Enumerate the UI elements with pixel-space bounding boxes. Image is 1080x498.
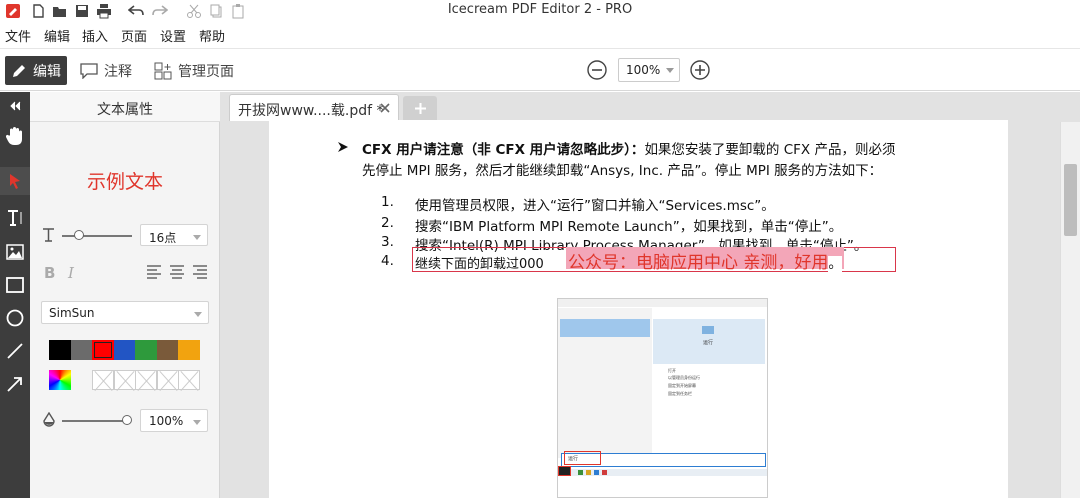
rectangle-tool[interactable] — [0, 271, 30, 299]
pencil-icon — [13, 64, 25, 77]
align-center-icon[interactable] — [169, 265, 185, 279]
window-title: Icecream PDF Editor 2 - PRO — [447, 2, 633, 17]
line-icon — [7, 343, 23, 359]
embedded-screenshot: 运行 打开 以管理员身份运行 固定到开始屏幕 固定到任务栏 运行 — [557, 298, 768, 498]
arrow-tool[interactable] — [0, 370, 30, 398]
paragraph-line: CFX 用户请注意（非 CFX 用户请忽略此步）：如果您安装了要卸载的 CFX … — [362, 142, 896, 158]
pages-icon — [154, 62, 172, 79]
list-number: 4. — [381, 253, 394, 269]
edit-mode-button[interactable]: 编辑 — [5, 56, 67, 85]
scrollbar-thumb[interactable] — [1064, 164, 1077, 236]
align-left-icon[interactable] — [146, 265, 162, 279]
custom-color-slot[interactable] — [178, 370, 200, 390]
italic-button[interactable]: I — [68, 264, 74, 282]
collapse-panel-button[interactable] — [0, 92, 30, 120]
color-swatch-black[interactable] — [49, 340, 71, 360]
embedded-start-highlight — [558, 466, 571, 476]
zoom-in-icon[interactable] — [690, 60, 710, 80]
bullet-arrow-icon — [338, 142, 348, 152]
annotate-mode-button[interactable]: 注释 — [80, 56, 132, 85]
embedded-menu-item: 以管理员身份运行 — [668, 375, 700, 380]
align-right-icon[interactable] — [192, 265, 208, 279]
paragraph-line: 先停止 MPI 服务，然后才能继续卸载“Ansys, Inc. 产品”。停止 M… — [362, 163, 883, 179]
font-family-select[interactable]: SimSun — [41, 301, 209, 324]
chevron-down-icon — [193, 235, 201, 240]
embedded-search-text: 运行 — [568, 456, 579, 462]
sample-text-preview: 示例文本 — [86, 171, 163, 193]
font-size-icon — [43, 228, 54, 242]
plus-icon — [415, 103, 426, 114]
list-number: 3. — [381, 234, 394, 250]
title-bar: Icecream PDF Editor 2 - PRO — [0, 0, 1080, 22]
comment-icon — [80, 62, 98, 79]
close-icon[interactable] — [380, 103, 390, 113]
color-swatch-gray[interactable] — [71, 340, 93, 360]
toolbar: 编辑 注释 管理页面 100% — [0, 48, 1080, 91]
ellipse-tool[interactable] — [0, 304, 30, 332]
opacity-slider-knob[interactable] — [122, 415, 132, 425]
hand-icon — [6, 127, 22, 145]
text-properties-panel: 文本属性 示例文本 16点 B I SimSun 100% — [30, 92, 220, 498]
circle-icon — [6, 309, 24, 327]
custom-color-slot[interactable] — [114, 370, 136, 390]
cursor-arrow-icon — [10, 174, 20, 189]
menu-help[interactable]: 帮助 — [199, 26, 225, 45]
text-tool[interactable] — [0, 204, 30, 232]
color-swatch-orange[interactable] — [178, 340, 200, 360]
list-number: 2. — [381, 215, 394, 231]
menu-edit[interactable]: 编辑 — [44, 26, 70, 45]
hand-tool[interactable] — [0, 122, 30, 150]
image-icon — [6, 244, 24, 260]
embedded-menu-item: 固定到开始屏幕 — [668, 383, 696, 388]
menu-bar: 文件 编辑 插入 页面 设置 帮助 — [0, 24, 1080, 46]
rectangle-icon — [6, 277, 24, 293]
custom-color-slot[interactable] — [92, 370, 114, 390]
opacity-slider[interactable] — [62, 420, 130, 422]
panel-title: 文本属性 — [30, 92, 220, 122]
menu-file[interactable]: 文件 — [5, 26, 31, 45]
font-size-slider-knob[interactable] — [74, 230, 84, 240]
image-tool[interactable] — [0, 238, 30, 266]
select-tool[interactable] — [0, 167, 30, 195]
font-size-slider[interactable] — [62, 235, 132, 237]
embedded-menu-item: 打开 — [668, 368, 676, 373]
embedded-menu-item: 固定到任务栏 — [668, 391, 692, 396]
opacity-drop-icon — [43, 412, 55, 427]
line-tool[interactable] — [0, 337, 30, 365]
highlighted-text[interactable]: 公众号：电脑应用中心 亲测，好用。 — [566, 247, 845, 273]
font-size-select[interactable]: 16点 — [140, 224, 208, 246]
color-swatch-blue[interactable] — [114, 340, 136, 360]
custom-color-slot[interactable] — [157, 370, 179, 390]
tool-strip — [0, 92, 30, 498]
list-item: 搜索“IBM Platform MPI Remote Launch”，如果找到，… — [415, 219, 843, 235]
color-swatch-green[interactable] — [135, 340, 157, 360]
zoom-out-icon[interactable] — [587, 60, 607, 80]
color-swatch-red[interactable] — [92, 340, 114, 360]
double-chevron-left-icon — [10, 101, 21, 111]
new-tab-button[interactable] — [403, 96, 437, 121]
manage-pages-button[interactable]: 管理页面 — [154, 56, 234, 85]
color-swatch-brown[interactable] — [157, 340, 179, 360]
chevron-down-icon — [194, 312, 202, 317]
custom-color-slot[interactable] — [135, 370, 157, 390]
tab-document[interactable]: 开拔网www....载.pdf * — [229, 94, 399, 121]
chevron-down-icon — [193, 420, 201, 425]
menu-insert[interactable]: 插入 — [82, 26, 108, 45]
bold-button[interactable]: B — [44, 264, 55, 282]
menu-page[interactable]: 页面 — [121, 26, 147, 45]
pdf-page[interactable]: CFX 用户请注意（非 CFX 用户请忽略此步）：如果您安装了要卸载的 CFX … — [269, 120, 1008, 498]
arrow-icon — [7, 377, 22, 392]
chevron-down-icon — [666, 68, 674, 73]
vertical-scrollbar[interactable] — [1060, 122, 1080, 498]
opacity-input[interactable]: 100% — [140, 409, 208, 432]
zoom-select[interactable]: 100% — [618, 58, 680, 82]
embedded-panel-label: 运行 — [703, 340, 714, 346]
color-picker-icon[interactable] — [49, 370, 71, 390]
document-area: 开拔网www....载.pdf * CFX 用户请注意（非 CFX 用户请忽略此… — [220, 92, 1080, 498]
text-icon — [8, 210, 22, 226]
list-number: 1. — [381, 194, 394, 210]
menu-settings[interactable]: 设置 — [160, 26, 186, 45]
list-item: 使用管理员权限，进入“运行”窗口并输入“Services.msc”。 — [415, 198, 775, 214]
run-window-icon — [702, 326, 714, 334]
